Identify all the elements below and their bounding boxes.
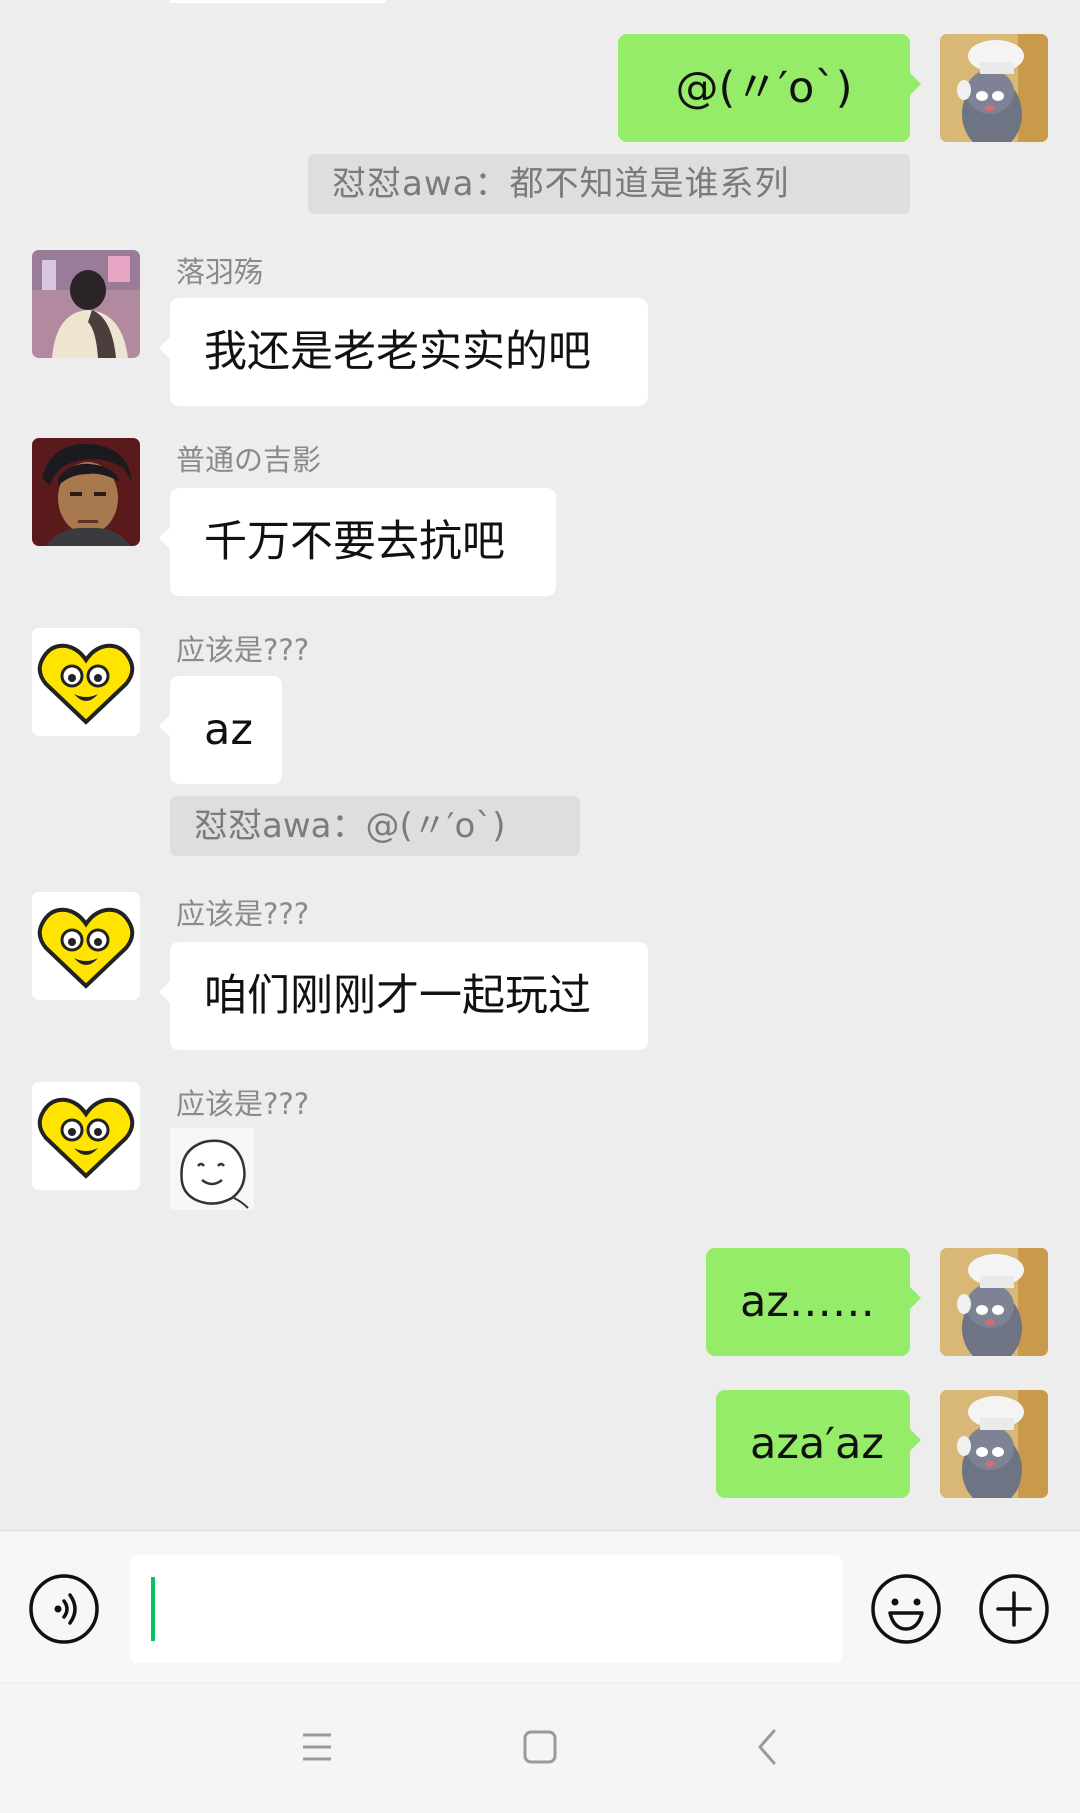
smile-face-sticker-icon xyxy=(170,1128,254,1210)
sender-avatar[interactable] xyxy=(32,438,140,546)
chat-screen: @(〃′o`) 怼怼awa：都不知道是谁系列 落羽殇 我还是老老实实的吧 普通の… xyxy=(0,0,1080,1813)
yellow-heart-face-avatar-icon xyxy=(32,1082,140,1190)
incoming-message-bubble[interactable]: az xyxy=(159,676,282,784)
emoji-button[interactable] xyxy=(870,1573,942,1645)
previous-message-edge xyxy=(170,0,386,3)
my-avatar[interactable] xyxy=(940,1248,1048,1356)
sender-avatar[interactable] xyxy=(32,250,140,358)
incoming-message-bubble[interactable]: 我还是老老实实的吧 xyxy=(159,298,648,406)
quoted-reply[interactable]: 怼怼awa：@(〃′o`) xyxy=(170,796,580,856)
message-input[interactable] xyxy=(130,1555,842,1663)
yellow-heart-face-avatar-icon xyxy=(32,892,140,1000)
outgoing-message-bubble[interactable]: az…… xyxy=(706,1248,921,1356)
menu-button[interactable] xyxy=(293,1723,341,1771)
home-button[interactable] xyxy=(516,1723,564,1771)
voice-icon xyxy=(29,1574,99,1644)
menu-icon xyxy=(303,1733,331,1761)
quote-text: 怼怼awa：@(〃′o`) xyxy=(194,806,506,846)
sender-avatar[interactable] xyxy=(32,892,140,1000)
message-text: 咱们刚刚才一起玩过 xyxy=(204,971,591,1021)
sender-avatar[interactable] xyxy=(32,628,140,736)
plus-icon xyxy=(979,1574,1049,1644)
message-text: aza′az xyxy=(750,1419,884,1469)
message-text: az…… xyxy=(740,1277,875,1327)
message-text: az xyxy=(204,705,253,755)
girl-photo-avatar-icon xyxy=(32,250,140,358)
yellow-heart-face-avatar-icon xyxy=(32,628,140,736)
anime-man-avatar-icon xyxy=(32,438,140,546)
incoming-message-bubble[interactable]: 千万不要去抗吧 xyxy=(159,488,556,596)
my-avatar[interactable] xyxy=(940,34,1048,142)
home-icon xyxy=(523,1730,557,1764)
voice-button[interactable] xyxy=(28,1573,100,1645)
quoted-reply[interactable]: 怼怼awa：都不知道是谁系列 xyxy=(308,154,910,214)
more-button[interactable] xyxy=(978,1573,1050,1645)
cat-avatar-icon xyxy=(940,1390,1048,1498)
back-icon xyxy=(758,1729,776,1765)
cat-avatar-icon xyxy=(940,1248,1048,1356)
incoming-message-bubble[interactable]: 咱们刚刚才一起玩过 xyxy=(159,942,648,1050)
sender-name: 落羽殇 xyxy=(176,255,264,289)
text-cursor xyxy=(151,1577,155,1641)
sender-name: 应该是??? xyxy=(176,633,310,667)
message-text: @(〃′o`) xyxy=(675,63,853,113)
outgoing-message-bubble[interactable]: aza′az xyxy=(716,1390,921,1498)
chat-input-bar xyxy=(0,1530,1080,1682)
system-nav-bar xyxy=(0,1683,1080,1813)
sticker-image[interactable] xyxy=(170,1128,254,1210)
sender-name: 应该是??? xyxy=(176,1087,310,1121)
sender-name: 普通の吉影 xyxy=(176,443,322,477)
outgoing-message-bubble[interactable]: @(〃′o`) xyxy=(618,34,921,142)
message-text: 千万不要去抗吧 xyxy=(204,517,505,567)
emoji-icon xyxy=(871,1574,941,1644)
quote-text: 怼怼awa：都不知道是谁系列 xyxy=(332,164,790,204)
sender-name: 应该是??? xyxy=(176,897,310,931)
sender-avatar[interactable] xyxy=(32,1082,140,1190)
my-avatar[interactable] xyxy=(940,1390,1048,1498)
back-button[interactable] xyxy=(744,1723,792,1771)
message-text: 我还是老老实实的吧 xyxy=(204,327,591,377)
cat-avatar-icon xyxy=(940,34,1048,142)
